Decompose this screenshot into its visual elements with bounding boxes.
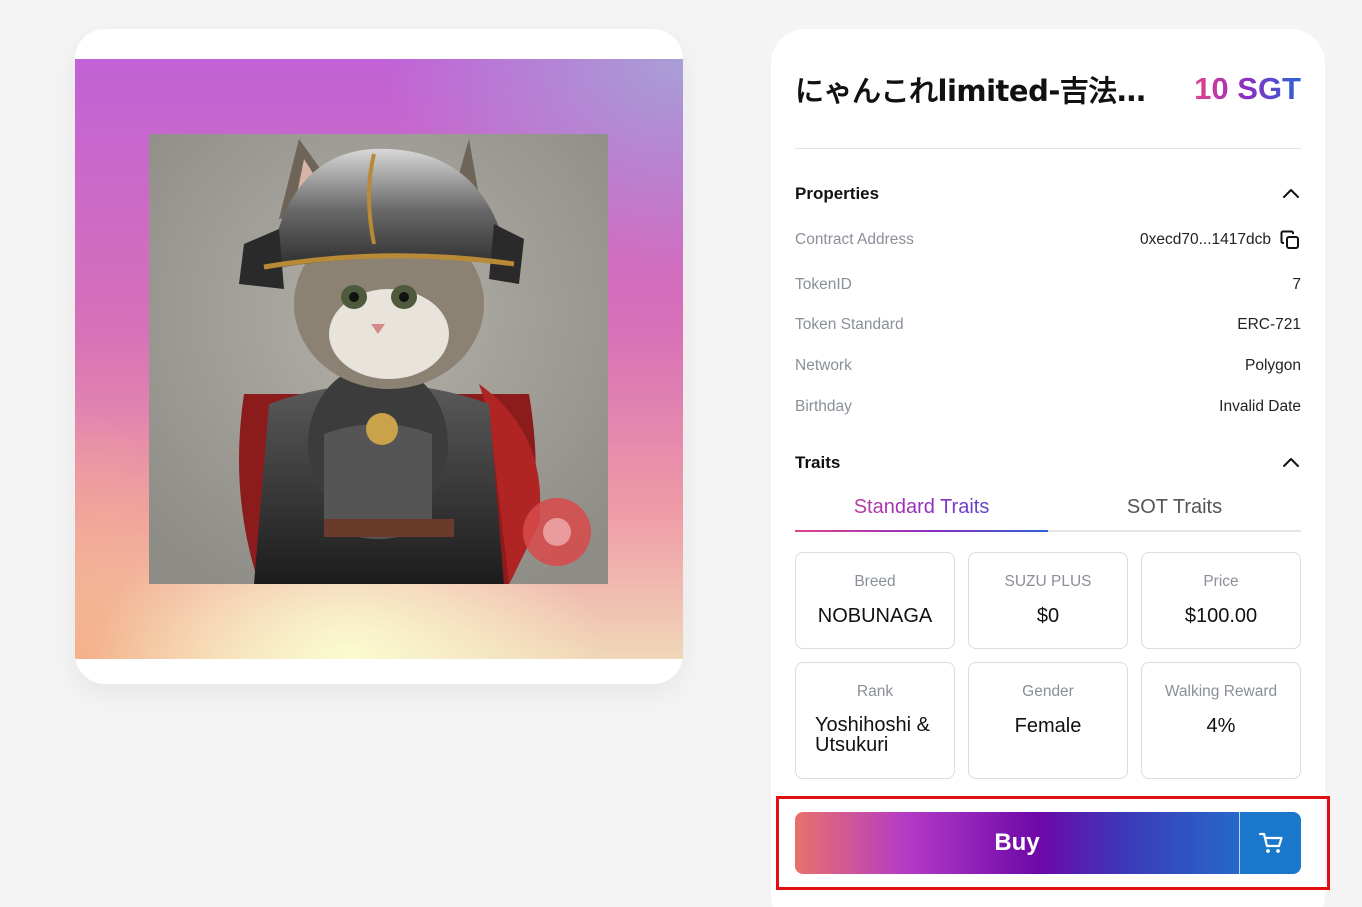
property-key: Birthday <box>795 398 852 415</box>
trait-grid: Breed NOBUNAGA SUZU PLUS $0 Price $100.0… <box>795 552 1301 779</box>
trait-value: $0 <box>1036 605 1060 627</box>
divider <box>795 148 1301 149</box>
trait-value: Female <box>1014 715 1082 737</box>
trait-key: Rank <box>856 683 894 700</box>
trait-card-walking-reward: Walking Reward 4% <box>1141 662 1301 779</box>
nft-price: 10 SGT <box>1194 71 1301 106</box>
trait-card-breed: Breed NOBUNAGA <box>795 552 955 649</box>
trait-value: 4% <box>1206 715 1236 737</box>
property-key: Token Standard <box>795 316 904 333</box>
tab-sot-traits[interactable]: SOT Traits <box>1048 492 1301 530</box>
chevron-up-icon[interactable] <box>1281 453 1301 473</box>
trait-value: $100.00 <box>1184 605 1258 627</box>
trait-key: SUZU PLUS <box>1004 573 1092 590</box>
buy-button[interactable]: Buy <box>795 812 1239 874</box>
chevron-up-icon[interactable] <box>1281 184 1301 204</box>
contract-address-value: 0xecd70...1417dcb <box>1140 231 1271 248</box>
trait-card-price: Price $100.00 <box>1141 552 1301 649</box>
property-row-token-id: TokenID 7 <box>795 274 1301 296</box>
token-standard-value: ERC-721 <box>1237 316 1301 333</box>
copy-icon[interactable] <box>1279 229 1301 251</box>
property-key: Network <box>795 357 852 374</box>
trait-card-rank: Rank Yoshihoshi & Utsukuri <box>795 662 955 779</box>
trait-key: Price <box>1203 573 1239 590</box>
property-row-contract-address: Contract Address 0xecd70...1417dcb <box>795 229 1301 251</box>
trait-value: Yoshihoshi & Utsukuri <box>815 714 930 756</box>
cart-icon <box>1258 832 1283 853</box>
nft-title: にゃんこれlimited-吉法… <box>795 74 1146 108</box>
nft-image-card <box>75 29 683 684</box>
samurai-cat-illustration <box>149 134 608 584</box>
title-row: にゃんこれlimited-吉法… 10 SGT <box>795 69 1301 109</box>
buy-action-group: Buy <box>795 812 1301 874</box>
trait-card-gender: Gender Female <box>968 662 1128 779</box>
properties-label: Properties <box>795 184 880 203</box>
property-key: TokenID <box>795 276 852 293</box>
network-value: Polygon <box>1244 357 1301 374</box>
property-key: Contract Address <box>795 231 914 248</box>
property-row-birthday: Birthday Invalid Date <box>795 396 1301 418</box>
traits-label: Traits <box>795 453 841 472</box>
add-to-cart-button[interactable] <box>1239 812 1301 874</box>
trait-key: Walking Reward <box>1164 683 1278 700</box>
trait-key: Breed <box>854 573 896 590</box>
nft-image[interactable] <box>149 134 608 584</box>
tab-standard-traits[interactable]: Standard Traits <box>795 492 1048 532</box>
token-id-value: 7 <box>1292 276 1301 293</box>
trait-key: Gender <box>1022 683 1074 700</box>
birthday-value: Invalid Date <box>1219 398 1301 415</box>
nft-background-gradient <box>75 59 683 659</box>
traits-header[interactable]: Traits <box>795 451 1301 475</box>
nft-detail-card: にゃんこれlimited-吉法… 10 SGT Properties Contr… <box>771 29 1325 907</box>
property-row-network: Network Polygon <box>795 355 1301 377</box>
property-row-token-standard: Token Standard ERC-721 <box>795 314 1301 336</box>
trait-value: NOBUNAGA <box>817 605 933 627</box>
properties-header[interactable]: Properties <box>795 182 1301 206</box>
traits-tabs: Standard Traits SOT Traits <box>795 492 1301 532</box>
trait-card-suzu-plus: SUZU PLUS $0 <box>968 552 1128 649</box>
